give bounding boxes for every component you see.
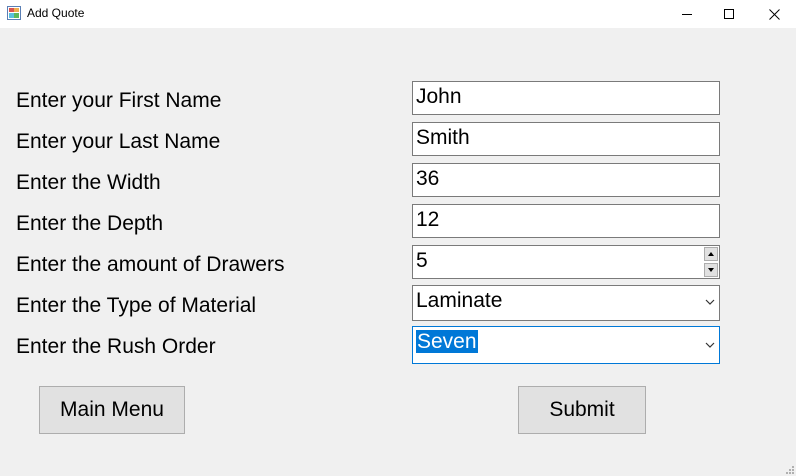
window-title: Add Quote <box>27 6 85 20</box>
width-value: 36 <box>416 167 440 190</box>
app-form-icon[interactable] <box>7 6 21 20</box>
width-input[interactable]: 36 <box>412 163 720 197</box>
depth-value: 12 <box>416 208 440 231</box>
last-name-value: Smith <box>416 126 470 149</box>
drawers-label: Enter the amount of Drawers <box>16 253 285 276</box>
rush-order-label: Enter the Rush Order <box>16 335 216 358</box>
material-select[interactable]: Laminate <box>412 285 720 321</box>
maximize-icon <box>724 9 734 19</box>
rush-order-select[interactable]: Seven <box>412 326 720 364</box>
chevron-down-icon[interactable] <box>705 298 715 306</box>
spin-down-button[interactable] <box>704 263 718 277</box>
drawers-spin-buttons <box>704 247 718 277</box>
depth-input[interactable]: 12 <box>412 204 720 238</box>
caret-down-icon <box>708 268 714 272</box>
last-name-label: Enter your Last Name <box>16 130 221 153</box>
material-selected-value: Laminate <box>416 289 503 312</box>
drawers-value: 5 <box>416 249 428 272</box>
resize-grip-icon[interactable] <box>784 464 794 474</box>
close-button[interactable] <box>751 0 796 28</box>
depth-label: Enter the Depth <box>16 212 164 235</box>
submit-button[interactable]: Submit <box>518 386 646 434</box>
first-name-label: Enter your First Name <box>16 89 222 112</box>
main-menu-button[interactable]: Main Menu <box>39 386 185 434</box>
minimize-icon <box>682 14 692 15</box>
title-bar[interactable]: Add Quote <box>0 0 796 28</box>
minimize-button[interactable] <box>664 0 710 28</box>
close-icon <box>768 8 780 20</box>
first-name-input[interactable]: John <box>412 81 720 115</box>
chevron-down-icon[interactable] <box>705 341 715 349</box>
rush-order-selected-value: Seven <box>416 330 478 354</box>
maximize-button[interactable] <box>706 0 752 28</box>
rush-order-selection: Seven <box>416 330 478 353</box>
width-label: Enter the Width <box>16 171 161 194</box>
spin-up-button[interactable] <box>704 247 718 261</box>
first-name-value: John <box>416 85 462 108</box>
caret-up-icon <box>708 252 714 256</box>
material-label: Enter the Type of Material <box>16 294 257 317</box>
last-name-input[interactable]: Smith <box>412 122 720 156</box>
drawers-stepper[interactable]: 5 <box>412 245 720 279</box>
